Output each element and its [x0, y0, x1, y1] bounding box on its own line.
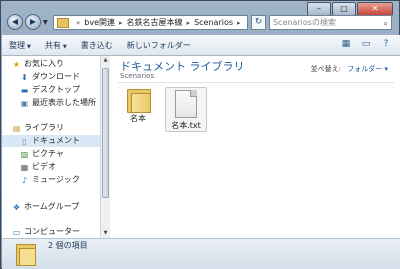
sidebar-item-downloads[interactable]: ⬇ ダウンロード: [20, 71, 100, 83]
explorer-window: – □ ✕ ◀ ▶ ▼ « bve関連 ▸ 名鉄名古屋本線 ▸ Scenario…: [0, 0, 400, 269]
sidebar-item-favorites[interactable]: ★ お気に入り: [12, 58, 100, 70]
sidebar-item-computer[interactable]: ▭ コンピューター: [12, 226, 100, 238]
share-button[interactable]: 共有 ▼: [38, 40, 74, 51]
sidebar-item-label: ビデオ: [32, 162, 56, 171]
details-pane: 2 個の項目: [2, 238, 400, 269]
navigation-pane-scrollbar[interactable]: ▲ ▼: [100, 56, 110, 238]
folder-icon: [16, 242, 36, 266]
documents-icon: ▯: [22, 136, 27, 146]
preview-pane-icon[interactable]: ▭: [360, 39, 372, 50]
scrollbar-thumb[interactable]: [102, 68, 109, 198]
sidebar-item-label: お気に入り: [24, 59, 64, 68]
breadcrumb-item[interactable]: Scenarios: [194, 18, 233, 27]
file-item-folder[interactable]: 名本: [118, 87, 158, 124]
command-bar: 整理 ▼ 共有 ▼ 書き込む 新しいフォルダー ▦ ▭ ?: [2, 35, 400, 56]
chevron-down-icon: ▼: [27, 43, 31, 50]
sidebar-item-recent-places[interactable]: ▣ 最近表示した場所: [20, 97, 100, 109]
address-bar[interactable]: « bve関連 ▸ 名鉄名古屋本線 ▸ Scenarios ▸: [53, 15, 248, 30]
star-icon: ★: [12, 59, 21, 69]
breadcrumb-separator-icon[interactable]: ▸: [119, 19, 123, 27]
search-placeholder: Scenariosの検索: [273, 18, 336, 27]
minimize-button[interactable]: –: [307, 2, 331, 16]
search-input[interactable]: Scenariosの検索 ⌕: [269, 15, 392, 30]
new-folder-button[interactable]: 新しいフォルダー: [120, 40, 198, 51]
navigation-pane: ★ お気に入り ⬇ ダウンロード ▬ デスクトップ ▣ 最近表示した場所 ▤ ライブラリ …: [2, 56, 100, 238]
header-divider: [118, 82, 394, 83]
file-list-pane: ドキュメント ライブラリ Scenarios 並べ替え: フォルダー ▾ 名本 …: [110, 56, 400, 238]
close-button[interactable]: ✕: [357, 2, 393, 16]
sidebar-item-label: ライブラリ: [24, 123, 64, 132]
video-icon: ▦: [20, 162, 29, 172]
desktop-icon: ▬: [20, 85, 29, 95]
item-count: 2 個の項目: [48, 241, 88, 250]
scroll-down-icon[interactable]: ▼: [101, 229, 110, 238]
sidebar-item-label: ドキュメント: [32, 136, 80, 145]
library-subtitle: Scenarios: [120, 72, 155, 80]
sidebar-item-music[interactable]: ♪ ミュージック: [20, 174, 100, 186]
change-view-icon[interactable]: ▦: [340, 39, 352, 50]
recent-places-icon: ▣: [20, 98, 29, 108]
chevron-down-icon: ▼: [62, 43, 67, 50]
sidebar-item-pictures[interactable]: ▨ ピクチャ: [20, 148, 100, 160]
breadcrumb-separator-icon: «: [76, 18, 81, 27]
sidebar-item-label: コンピューター: [24, 227, 80, 236]
pictures-icon: ▨: [20, 149, 29, 159]
maximize-button[interactable]: □: [332, 2, 356, 16]
sidebar-item-homegroup[interactable]: ❖ ホームグループ: [12, 201, 100, 213]
forward-arrow-icon[interactable]: ▶: [25, 14, 41, 30]
share-label: 共有: [44, 40, 61, 50]
file-name: 名本.txt: [171, 121, 201, 130]
organize-label: 整理: [9, 40, 25, 50]
sidebar-item-label: ホームグループ: [24, 202, 80, 211]
sidebar-item-label: デスクトップ: [32, 85, 80, 94]
arrange-by: 並べ替え: フォルダー ▾: [311, 64, 388, 74]
computer-icon: ▭: [12, 227, 21, 237]
folder-icon: [127, 87, 151, 113]
new-folder-label: 新しいフォルダー: [126, 40, 191, 50]
help-icon[interactable]: ?: [380, 39, 392, 50]
sidebar-item-videos[interactable]: ▦ ビデオ: [20, 161, 100, 173]
scroll-up-icon[interactable]: ▲: [101, 56, 110, 65]
breadcrumb-item[interactable]: 名鉄名古屋本線: [127, 17, 183, 28]
view-controls: ▦ ▭ ?: [332, 39, 392, 50]
file-name: 名本: [130, 114, 146, 123]
title-bar: – □ ✕ ◀ ▶ ▼ « bve関連 ▸ 名鉄名古屋本線 ▸ Scenario…: [1, 1, 399, 35]
arrange-value: フォルダー: [347, 65, 383, 73]
burn-button[interactable]: 書き込む: [74, 40, 120, 51]
arrange-label: 並べ替え:: [310, 65, 342, 73]
burn-label: 書き込む: [80, 40, 113, 50]
text-file-icon: [175, 90, 197, 118]
sidebar-item-label: 最近表示した場所: [32, 98, 96, 107]
sidebar-item-documents[interactable]: ▯ ドキュメント: [2, 135, 100, 147]
music-icon: ♪: [21, 175, 28, 185]
breadcrumb-separator-icon[interactable]: ▸: [187, 19, 191, 27]
sidebar-item-label: ミュージック: [32, 175, 80, 184]
sidebar-item-label: ピクチャ: [32, 149, 64, 158]
navigation-buttons: ◀ ▶ ▼: [7, 14, 51, 30]
file-item-text[interactable]: 名本.txt: [165, 87, 207, 132]
folder-icon: [57, 17, 69, 28]
refresh-icon[interactable]: ↻: [251, 15, 266, 30]
sidebar-item-label: ダウンロード: [32, 72, 80, 81]
library-icon: ▤: [12, 123, 21, 133]
arrange-dropdown[interactable]: フォルダー ▾: [347, 65, 388, 73]
sidebar-item-libraries[interactable]: ▤ ライブラリ: [12, 122, 100, 134]
sidebar-item-desktop[interactable]: ▬ デスクトップ: [20, 84, 100, 96]
download-icon: ⬇: [21, 72, 28, 82]
recent-pages-dropdown-icon[interactable]: ▼: [43, 19, 48, 26]
organize-button[interactable]: 整理 ▼: [2, 40, 38, 51]
window-controls: – □ ✕: [306, 2, 393, 16]
back-arrow-icon[interactable]: ◀: [7, 14, 23, 30]
breadcrumb-separator-icon[interactable]: ▸: [237, 19, 241, 27]
search-icon[interactable]: ⌕: [384, 17, 388, 30]
breadcrumb-item[interactable]: bve関連: [84, 17, 115, 28]
homegroup-icon: ❖: [12, 202, 21, 212]
